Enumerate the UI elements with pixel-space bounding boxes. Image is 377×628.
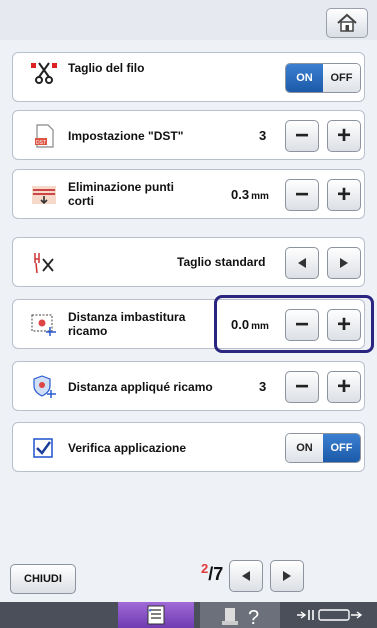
settings-list-icon [147, 605, 165, 625]
value-number: 0.3 [231, 187, 250, 202]
row-short-stitch: Eliminazione punti corti 0.3 mm − + [12, 169, 365, 219]
row-cut-mode: Taglio standard [12, 237, 365, 287]
minus-button[interactable]: − [285, 120, 319, 152]
label-line2: corti [68, 194, 95, 208]
prev-arrow-button[interactable] [285, 247, 319, 279]
page-next-button[interactable] [270, 560, 304, 592]
row-verify: Verifica applicazione ON OFF [12, 422, 365, 472]
plus-button[interactable]: + [327, 371, 361, 403]
close-button[interactable]: CHIUDI [10, 564, 76, 594]
value-unit: mm [251, 191, 269, 202]
short-stitch-value: 0.3 mm [231, 187, 269, 202]
row-dst: DST Impostazione "DST" 3 − + [12, 110, 365, 160]
screen-adjust-icon [297, 609, 363, 621]
page-current: 2 [201, 561, 209, 576]
row-applique-distance: Distanza appliqué ricamo 3 − + [12, 361, 365, 411]
plus-button[interactable]: + [327, 179, 361, 211]
toggle-off[interactable]: OFF [323, 64, 360, 92]
top-bar [0, 0, 377, 40]
short-stitch-icon [32, 186, 56, 205]
home-button[interactable] [326, 8, 368, 38]
settings-list-tab[interactable] [118, 602, 194, 628]
label-line2: ricamo [68, 324, 108, 338]
focus-highlight [214, 295, 374, 353]
cut-mode-value: Taglio standard [177, 255, 266, 269]
bottom-controls: CHIUDI 2/7 [0, 540, 377, 600]
row-label: Impostazione "DST" [68, 129, 184, 143]
thread-cut-toggle[interactable]: ON OFF [285, 63, 361, 93]
minus-button[interactable]: − [285, 371, 319, 403]
toggle-on[interactable]: ON [286, 434, 323, 462]
home-icon [337, 13, 357, 32]
thread-cut-mode-icon [34, 253, 54, 274]
svg-text:?: ? [248, 607, 259, 626]
left-arrow-icon [298, 258, 306, 268]
row-label: Distanza appliqué ricamo [68, 380, 213, 394]
label-line1: Distanza imbastitura [68, 310, 186, 324]
label-line1: Eliminazione punti [68, 180, 175, 194]
applique-icon [33, 375, 56, 398]
baste-distance-icon [31, 314, 56, 336]
page-total: 7 [213, 564, 224, 584]
page-prev-button[interactable] [229, 560, 263, 592]
next-arrow-button[interactable] [327, 247, 361, 279]
status-bar: ? [0, 602, 377, 628]
minus-button[interactable]: − [285, 179, 319, 211]
applique-distance-value: 3 [259, 379, 267, 394]
row-label: Distanza imbastitura ricamo [68, 310, 185, 338]
svg-text:DST: DST [36, 140, 46, 146]
row-label: Taglio del filo [68, 61, 145, 75]
left-arrow-icon [242, 571, 250, 581]
right-arrow-icon [283, 571, 291, 581]
dst-value: 3 [259, 128, 267, 143]
toggle-on[interactable]: ON [286, 64, 323, 92]
right-arrow-icon [340, 258, 348, 268]
dst-file-icon: DST [35, 124, 54, 148]
toggle-off[interactable]: OFF [323, 434, 360, 462]
page-indicator: 2/7 [201, 561, 224, 585]
row-label: Verifica applicazione [68, 441, 187, 455]
machine-help-icon: ? [222, 607, 259, 626]
plus-button[interactable]: + [327, 120, 361, 152]
row-thread-cut: Taglio del filo ON OFF [12, 52, 365, 102]
verify-toggle[interactable]: ON OFF [285, 433, 361, 463]
screen-size-tab[interactable] [290, 602, 370, 628]
checkbox-icon [33, 438, 53, 458]
scissors-icon [31, 62, 57, 84]
row-label: Eliminazione punti corti [68, 180, 174, 208]
help-tab[interactable]: ? [200, 602, 280, 628]
